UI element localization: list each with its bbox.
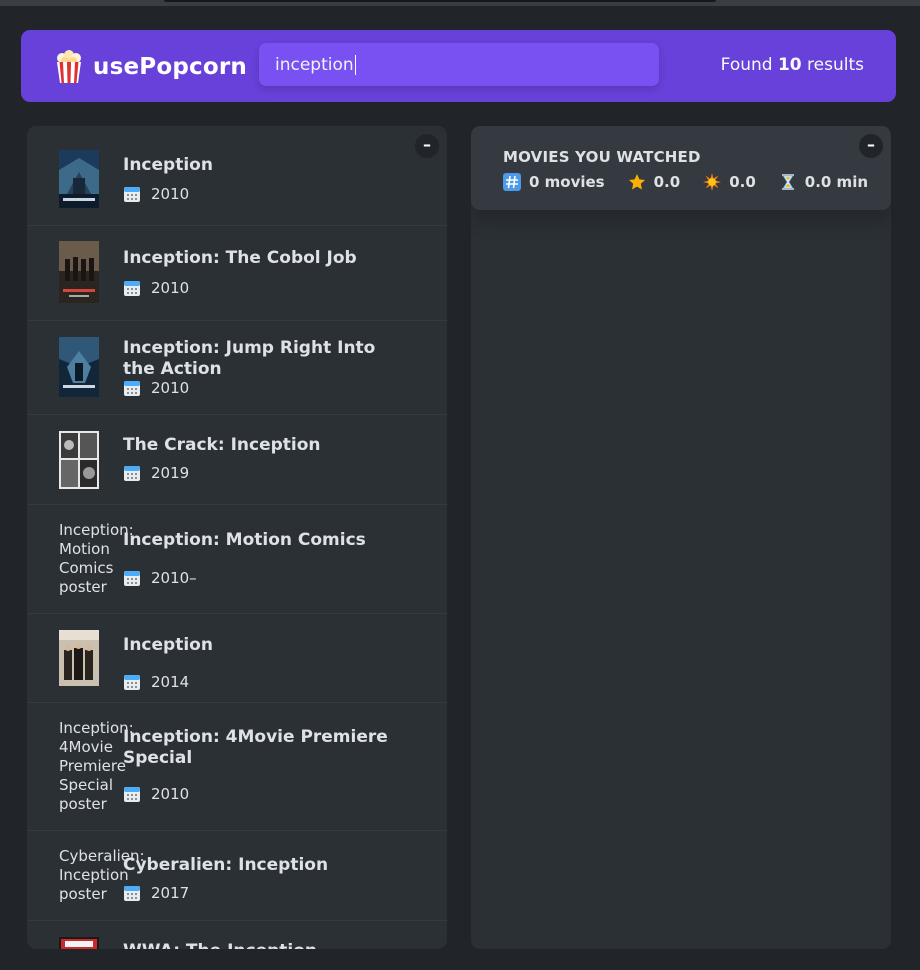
browser-top-strip xyxy=(0,0,920,6)
watched-runtime: 0.0 min xyxy=(779,173,868,191)
movie-item[interactable]: Inception: Motion Comics poster Inceptio… xyxy=(27,505,447,614)
movie-year: 2010 xyxy=(123,785,189,803)
movie-title: Inception xyxy=(123,635,213,655)
movie-year: 2010 xyxy=(123,379,189,397)
calendar-icon xyxy=(123,673,141,691)
movie-item[interactable]: Inception 2014 xyxy=(27,614,447,703)
text-caret xyxy=(354,54,356,75)
movie-year: 2019 xyxy=(123,464,189,482)
movie-item[interactable]: Inception: The Cobol Job 2010 xyxy=(27,226,447,321)
movie-poster-alt-text: Inception: 4Movie Premiere Special poste… xyxy=(59,719,134,813)
search-results-box: – Inception 2010 Inception: The Cobol Jo… xyxy=(27,126,447,949)
movie-year: 2010 xyxy=(123,185,189,203)
movie-title: Inception: The Cobol Job xyxy=(123,248,357,268)
movie-item[interactable]: Inception 2010 xyxy=(27,126,447,226)
watched-user-rating: 0.0 xyxy=(703,173,756,191)
calendar-icon xyxy=(123,185,141,203)
hourglass-icon xyxy=(779,173,797,191)
movie-title: Inception: 4Movie Premiere Special xyxy=(123,727,388,768)
search-input-value: inception xyxy=(275,54,354,75)
calendar-icon xyxy=(123,884,141,902)
calendar-icon xyxy=(123,569,141,587)
movie-poster xyxy=(59,241,99,303)
movie-title: WWA: The Inception xyxy=(123,941,403,949)
movie-poster-alt-text: Cyberalien: Inception poster xyxy=(59,847,145,903)
watched-imdb-rating: 0.0 xyxy=(628,173,680,191)
movie-title: Inception: Motion Comics xyxy=(123,530,366,550)
sparkle-sun-icon xyxy=(703,173,722,191)
movie-item[interactable]: Cyberalien: Inception poster Cyberalien:… xyxy=(27,831,447,921)
calendar-icon xyxy=(123,785,141,803)
navbar: usePopcorn inception Found 10 results xyxy=(21,30,896,102)
collapse-results-button[interactable]: – xyxy=(415,134,439,158)
movie-poster xyxy=(59,337,99,397)
movie-poster xyxy=(59,431,99,489)
movie-title: Cyberalien: Inception xyxy=(123,855,329,875)
movie-title: Inception: Jump Right Into the Action xyxy=(123,338,376,379)
movie-year: 2010 xyxy=(123,279,189,297)
movie-item[interactable]: WWA: The Inception xyxy=(27,921,447,949)
movie-item[interactable]: Inception: 4Movie Premiere Special poste… xyxy=(27,703,447,831)
movie-title: The Crack: Inception xyxy=(123,435,321,455)
logo: usePopcorn xyxy=(53,50,247,84)
calendar-icon xyxy=(123,379,141,397)
watched-summary: Movies you watched 0 movies 0.0 0.0 0.0 … xyxy=(471,126,891,210)
app-name: usePopcorn xyxy=(93,54,247,80)
movie-item[interactable]: Inception: Jump Right Into the Action 20… xyxy=(27,321,447,415)
movie-year: 2010– xyxy=(123,569,197,587)
movie-poster xyxy=(59,630,99,686)
movie-title: Inception xyxy=(123,155,213,175)
hash-icon xyxy=(503,173,521,191)
calendar-icon xyxy=(123,279,141,297)
movie-poster xyxy=(59,150,99,208)
popcorn-icon xyxy=(53,50,85,84)
star-icon xyxy=(628,173,646,191)
watched-box: Movies you watched 0 movies 0.0 0.0 0.0 … xyxy=(471,126,891,949)
movie-poster xyxy=(59,937,99,949)
movie-list: Inception 2010 Inception: The Cobol Job … xyxy=(27,126,447,949)
results-count: Found 10 results xyxy=(720,55,864,75)
watched-stats: 0 movies 0.0 0.0 0.0 min xyxy=(503,173,891,191)
movie-year: 2014 xyxy=(123,673,189,691)
watched-heading: Movies you watched xyxy=(503,148,701,166)
search-input[interactable]: inception xyxy=(259,43,659,86)
movie-poster-alt-text: Inception: Motion Comics poster xyxy=(59,521,134,596)
collapse-watched-button[interactable]: – xyxy=(859,134,883,158)
watched-count: 0 movies xyxy=(503,173,605,191)
calendar-icon xyxy=(123,464,141,482)
movie-year: 2017 xyxy=(123,884,189,902)
movie-item[interactable]: The Crack: Inception 2019 xyxy=(27,415,447,505)
results-number: 10 xyxy=(777,55,802,75)
